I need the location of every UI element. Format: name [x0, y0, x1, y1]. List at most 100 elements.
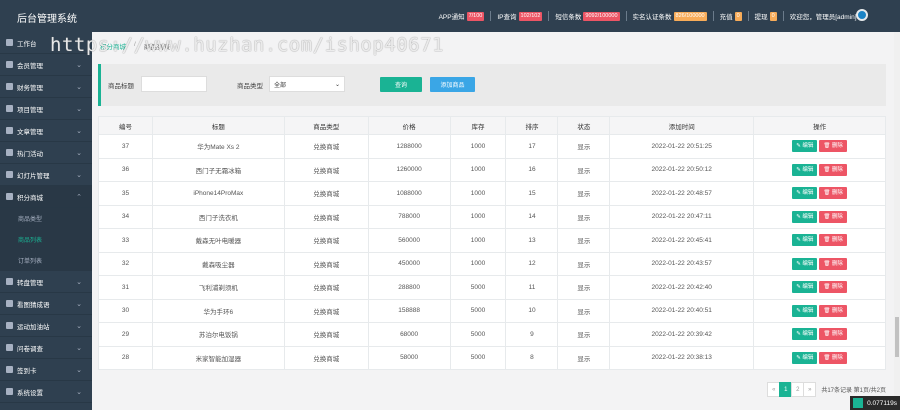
- table-cell: 兑换商城: [283, 134, 369, 159]
- table-cell: 显示: [557, 298, 611, 323]
- sidebar-item[interactable]: 安装包管理⌄: [0, 403, 92, 410]
- edit-button[interactable]: ✎ 编辑: [792, 187, 818, 200]
- table-cell: 35: [98, 181, 153, 206]
- table-cell: 显示: [557, 204, 611, 229]
- scrollbar-thumb[interactable]: [895, 317, 899, 357]
- actions-cell: ✎ 编辑 🗑 删除: [753, 204, 886, 229]
- delete-button[interactable]: 🗑 删除: [819, 140, 847, 153]
- sidebar-item[interactable]: 签到卡 ⌄: [0, 359, 92, 381]
- sidebar-item[interactable]: 问卷调查 ⌄: [0, 337, 92, 359]
- sidebar-item-label: 财务管理: [17, 84, 43, 92]
- table-cell: 1260000: [367, 157, 451, 182]
- actions-cell: ✎ 编辑 🗑 删除: [753, 157, 886, 182]
- table-cell: 28: [98, 345, 153, 370]
- table-cell: 1000: [449, 157, 507, 182]
- page-scrollbar[interactable]: [894, 32, 900, 396]
- delete-button[interactable]: 🗑 删除: [819, 187, 847, 200]
- header-stat-badge: 0: [769, 11, 777, 21]
- user-icon: [6, 61, 13, 68]
- sidebar-item-label: 热门活动: [17, 150, 43, 158]
- table-cell: 兑换商城: [283, 204, 369, 229]
- edit-label: 编辑: [802, 143, 814, 150]
- table-cell: 1000: [449, 134, 507, 159]
- chevron-icon: ⌄: [76, 128, 82, 135]
- actions-cell: ✎ 编辑 🗑 删除: [753, 345, 886, 370]
- sidebar-item-label: 运动加油站: [17, 323, 50, 331]
- header-stat[interactable]: 短信条数 9092/100000: [548, 11, 625, 21]
- delete-button[interactable]: 🗑 删除: [819, 304, 847, 317]
- sidebar-item[interactable]: 系统设置 ⌄: [0, 381, 92, 403]
- table-row: 28 米家智能加湿器 兑换商城 58000 5000 8 显示 2022-01-22 20:3…: [98, 345, 886, 370]
- table-cell: 华为手环6: [151, 298, 285, 323]
- sidebar-item[interactable]: 会员管理 ⌄: [0, 54, 92, 76]
- table-cell: 米家智能加湿器: [151, 345, 285, 370]
- pager-next[interactable]: »: [803, 382, 817, 397]
- add-product-button[interactable]: 添加商品: [430, 77, 475, 92]
- survey-icon: [6, 344, 13, 351]
- chevron-icon: ⌄: [76, 367, 82, 374]
- user-greeting: 欢迎您，管理员[admin]: [789, 14, 857, 21]
- avatar[interactable]: [856, 9, 868, 21]
- type-filter-select[interactable]: 全部 ⌄: [269, 76, 345, 92]
- search-button[interactable]: 查询: [380, 77, 422, 92]
- sidebar-item[interactable]: 热门活动 ⌄: [0, 142, 92, 164]
- table-cell: 1000: [449, 251, 507, 276]
- sidebar-subitem[interactable]: 商品类型: [0, 208, 92, 229]
- sidebar-item-label: 系统设置: [17, 389, 43, 397]
- edit-button[interactable]: ✎ 编辑: [792, 351, 818, 364]
- delete-button[interactable]: 🗑 删除: [819, 210, 847, 223]
- edit-button[interactable]: ✎ 编辑: [792, 234, 818, 247]
- edit-label: 编辑: [802, 190, 814, 197]
- chevron-icon: ⌄: [76, 150, 82, 157]
- header-stat-label: APP通知: [438, 14, 465, 21]
- delete-button[interactable]: 🗑 删除: [819, 257, 847, 270]
- table-cell: 450000: [367, 251, 451, 276]
- header-stat[interactable]: APP通知 7/100: [433, 11, 491, 21]
- chevron-icon: ⌄: [76, 345, 82, 352]
- sidebar-item[interactable]: 运动加油站 ⌄: [0, 315, 92, 337]
- header-stat-label: IP查询: [497, 14, 517, 21]
- delete-button[interactable]: 🗑 删除: [819, 351, 847, 364]
- delete-button[interactable]: 🗑 删除: [819, 163, 847, 176]
- table-cell: iPhone14ProMax: [151, 181, 285, 206]
- delete-button[interactable]: 🗑 删除: [819, 328, 847, 341]
- table-row: 36 西门子无霜冰箱 兑换商城 1260000 1000 16 显示 2022-01-22 2…: [98, 157, 886, 182]
- sidebar-item[interactable]: 幻灯片管理 ⌄: [0, 164, 92, 186]
- table-cell: 37: [98, 134, 153, 159]
- finance-icon: [6, 83, 13, 90]
- sidebar-item[interactable]: 财务管理 ⌄: [0, 76, 92, 98]
- table-row: 30 华为手环6 兑换商城 158888 5000 10 显示 2022-01-22 20:4…: [98, 298, 886, 323]
- header-stat[interactable]: 实名认证条数 826/100000: [625, 11, 713, 21]
- sidebar-item[interactable]: 看图猜成语 ⌄: [0, 293, 92, 315]
- header-stat[interactable]: 充值 0: [712, 11, 748, 21]
- title-filter-input[interactable]: [141, 76, 207, 92]
- edit-button[interactable]: ✎ 编辑: [792, 140, 818, 153]
- delete-button[interactable]: 🗑 删除: [819, 234, 847, 247]
- edit-button[interactable]: ✎ 编辑: [792, 210, 818, 223]
- wheel-icon: [6, 278, 13, 285]
- breadcrumb-home[interactable]: 积分商城: [100, 41, 126, 51]
- edit-button[interactable]: ✎ 编辑: [792, 281, 818, 294]
- delete-button[interactable]: 🗑 删除: [819, 281, 847, 294]
- speed-icon: [853, 398, 864, 408]
- edit-button[interactable]: ✎ 编辑: [792, 163, 818, 176]
- sidebar-item[interactable]: 项目管理 ⌄: [0, 98, 92, 120]
- edit-button[interactable]: ✎ 编辑: [792, 257, 818, 270]
- speed-value: 0.077119s: [867, 399, 897, 407]
- table-cell: 2022-01-22 20:48:57: [609, 181, 755, 206]
- table-cell: 5000: [449, 322, 507, 347]
- edit-label: 编辑: [802, 331, 814, 338]
- sidebar-item[interactable]: 积分商城 ⌃: [0, 186, 92, 208]
- sidebar-subitem[interactable]: 商品列表: [0, 229, 92, 250]
- sidebar-item[interactable]: 工作台: [0, 32, 92, 54]
- edit-button[interactable]: ✎ 编辑: [792, 328, 818, 341]
- sidebar-item[interactable]: 文章管理 ⌄: [0, 120, 92, 142]
- sidebar-item[interactable]: 转盘管理 ⌄: [0, 271, 92, 293]
- sidebar-subitem[interactable]: 订单列表: [0, 250, 92, 271]
- header-stat[interactable]: IP查询 102/102: [490, 11, 548, 21]
- table-cell: 1000: [449, 228, 507, 253]
- type-filter-label: 商品类型: [237, 83, 263, 90]
- edit-button[interactable]: ✎ 编辑: [792, 304, 818, 317]
- table-cell: 戴森无叶电暖器: [151, 228, 285, 253]
- header-stat[interactable]: 提现 0: [747, 11, 783, 21]
